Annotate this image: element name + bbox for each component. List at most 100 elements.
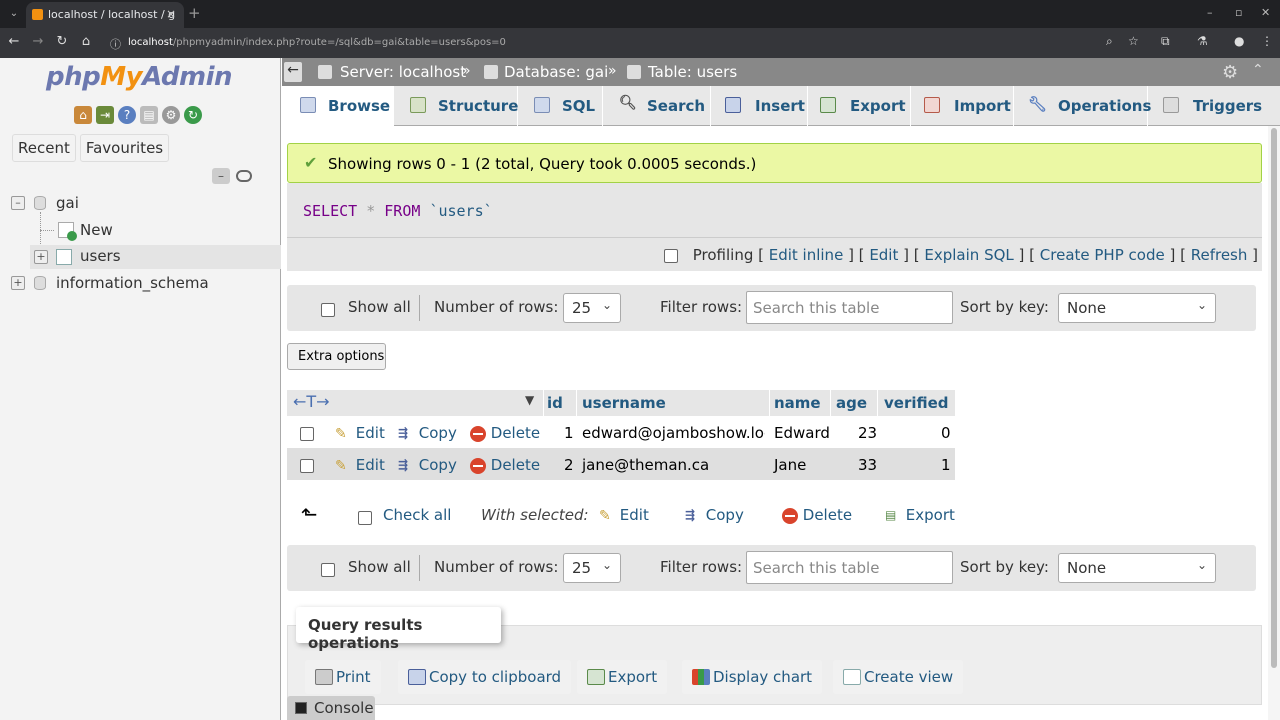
row-edit-link[interactable]: ✎ Edit — [335, 456, 385, 474]
column-header-name[interactable]: name — [774, 394, 821, 412]
settings-gear-icon[interactable]: ⚙ — [162, 106, 180, 124]
scrollbar-thumb[interactable] — [1271, 128, 1277, 668]
back-icon[interactable]: ← — [6, 34, 22, 49]
expand-information-schema-icon[interactable]: + — [11, 276, 25, 290]
filter-rows-input[interactable]: Search this table — [746, 291, 953, 324]
cell-username[interactable]: edward@ojamboshow.loca — [582, 424, 765, 442]
cell-age[interactable]: 23 — [858, 424, 877, 442]
check-all-label[interactable]: Check all — [383, 506, 451, 524]
settings-icon[interactable]: ⚙ — [1222, 62, 1238, 83]
sort-by-key-select[interactable]: None ⌄ — [1058, 553, 1216, 583]
cell-verified[interactable]: 0 — [941, 424, 951, 442]
tab-structure[interactable]: Structure — [394, 86, 518, 126]
breadcrumb-table[interactable]: Table: users — [648, 63, 737, 81]
browser-menu-icon[interactable]: ⋮ — [1261, 34, 1273, 48]
lab-icon[interactable]: ⚗ — [1197, 34, 1208, 48]
create-view-button[interactable]: Create view — [833, 660, 964, 694]
number-of-rows-select[interactable]: 25 ⌄ — [563, 293, 621, 323]
zoom-icon[interactable]: ⌕ — [1106, 34, 1113, 49]
collapse-all-icon[interactable]: – — [212, 168, 230, 184]
cell-name[interactable]: Edward — [774, 424, 830, 442]
column-header-id[interactable]: id — [547, 394, 563, 412]
row-delete-link[interactable]: Delete — [470, 456, 540, 474]
tree-table-users[interactable]: users — [80, 247, 121, 265]
logout-icon[interactable]: ⇥ — [96, 106, 114, 124]
row-copy-link[interactable]: ⇶ Copy — [398, 456, 457, 474]
home-nav-icon[interactable]: ⌂ — [74, 106, 92, 124]
maximize-icon[interactable]: ▫ — [1235, 6, 1242, 19]
bookmark-star-icon[interactable]: ☆ — [1128, 34, 1139, 48]
favourites-tab[interactable]: Favourites — [79, 134, 170, 162]
bulk-export-button[interactable]: ▤ Export — [885, 506, 955, 524]
extensions-icon[interactable]: ⧉ — [1161, 34, 1170, 49]
cell-id[interactable]: 1 — [564, 424, 574, 442]
edit-query-link[interactable]: Edit — [869, 246, 898, 264]
row-delete-link[interactable]: Delete — [470, 424, 540, 442]
site-info-icon[interactable]: ⓘ — [110, 36, 121, 52]
row-checkbox[interactable] — [300, 456, 314, 474]
cell-name[interactable]: Jane — [774, 456, 806, 474]
cell-verified[interactable]: 1 — [941, 456, 951, 474]
scroll-top-icon[interactable]: ⌃ — [1252, 62, 1264, 78]
help-icon[interactable]: ? — [118, 106, 136, 124]
tab-export[interactable]: Export — [808, 86, 911, 126]
explain-sql-link[interactable]: Explain SQL — [924, 246, 1013, 264]
home-icon[interactable]: ⌂ — [78, 34, 94, 49]
tab-insert[interactable]: Insert — [711, 86, 808, 126]
show-all-checkbox[interactable] — [321, 560, 335, 578]
row-checkbox[interactable] — [300, 424, 314, 442]
close-window-icon[interactable]: ✕ — [1261, 6, 1270, 19]
address-bar[interactable]: ⓘ localhost/phpmyadmin/index.php?route=/… — [102, 31, 1152, 55]
recent-tab[interactable]: Recent — [12, 134, 76, 162]
breadcrumb-database[interactable]: Database: gai — [504, 63, 608, 81]
collapse-nav-icon[interactable]: ← — [284, 62, 302, 82]
filter-rows-input[interactable]: Search this table — [746, 551, 953, 584]
edit-inline-link[interactable]: Edit inline — [769, 246, 844, 264]
tab-search[interactable]: 🔍︎ Search — [603, 86, 711, 126]
new-tab-icon[interactable]: + — [188, 4, 201, 22]
tab-sql[interactable]: SQL — [518, 86, 603, 126]
column-header-username[interactable]: username — [582, 394, 666, 412]
copy-to-clipboard-button[interactable]: Copy to clipboard — [398, 660, 572, 694]
cell-username[interactable]: jane@theman.ca — [582, 456, 709, 474]
reload-icon[interactable]: ↻ — [54, 34, 70, 49]
create-php-code-link[interactable]: Create PHP code — [1040, 246, 1165, 264]
bulk-edit-button[interactable]: ✎ Edit — [599, 506, 649, 524]
link-with-main-panel-icon[interactable] — [236, 170, 252, 182]
row-copy-link[interactable]: ⇶ Copy — [398, 424, 457, 442]
sql-query-display[interactable]: SELECT * FROM `users` — [287, 183, 1262, 237]
collapse-gai-icon[interactable]: – — [11, 196, 25, 210]
page-scrollbar[interactable] — [1268, 126, 1280, 720]
column-header-verified[interactable]: verified — [884, 394, 949, 412]
tab-search-icon[interactable]: ⌄ — [6, 6, 22, 22]
tab-browse[interactable]: Browse — [282, 86, 394, 126]
tab-import[interactable]: Import — [911, 86, 1014, 126]
bulk-delete-button[interactable]: Delete — [782, 506, 852, 524]
tree-db-gai[interactable]: gai — [56, 194, 79, 212]
sort-by-key-select[interactable]: None ⌄ — [1058, 293, 1216, 323]
phpmyadmin-logo[interactable]: phpMyAdmin — [46, 62, 233, 92]
column-resize-arrows-icon[interactable]: ←T→ — [293, 392, 330, 411]
expand-users-icon[interactable]: + — [34, 250, 48, 264]
profiling-checkbox[interactable] — [664, 248, 679, 263]
column-options-chevron-icon[interactable]: ▼ — [525, 393, 534, 407]
console-toggle[interactable]: Console — [287, 696, 375, 720]
breadcrumb-server[interactable]: Server: localhost — [340, 63, 466, 81]
docs-icon[interactable]: ▤ — [140, 106, 158, 124]
show-all-checkbox[interactable] — [321, 300, 335, 318]
row-edit-link[interactable]: ✎ Edit — [335, 424, 385, 442]
profile-icon[interactable]: ● — [1234, 34, 1244, 48]
browser-tab[interactable]: localhost / localhost / g × — [26, 2, 184, 28]
tree-new-table[interactable]: New — [80, 221, 113, 239]
column-header-age[interactable]: age — [836, 394, 867, 412]
bulk-copy-button[interactable]: ⇶ Copy — [685, 506, 744, 524]
print-button[interactable]: Print — [305, 660, 381, 694]
close-tab-icon[interactable]: × — [166, 7, 176, 21]
tab-triggers[interactable]: Triggers — [1148, 86, 1280, 126]
tree-db-information-schema[interactable]: information_schema — [56, 274, 209, 292]
extra-options-button[interactable]: Extra options — [287, 343, 386, 370]
tab-operations[interactable]: 🔧︎ Operations — [1014, 86, 1151, 126]
minimize-icon[interactable]: – — [1207, 6, 1213, 19]
refresh-link[interactable]: Refresh — [1191, 246, 1248, 264]
number-of-rows-select[interactable]: 25 ⌄ — [563, 553, 621, 583]
